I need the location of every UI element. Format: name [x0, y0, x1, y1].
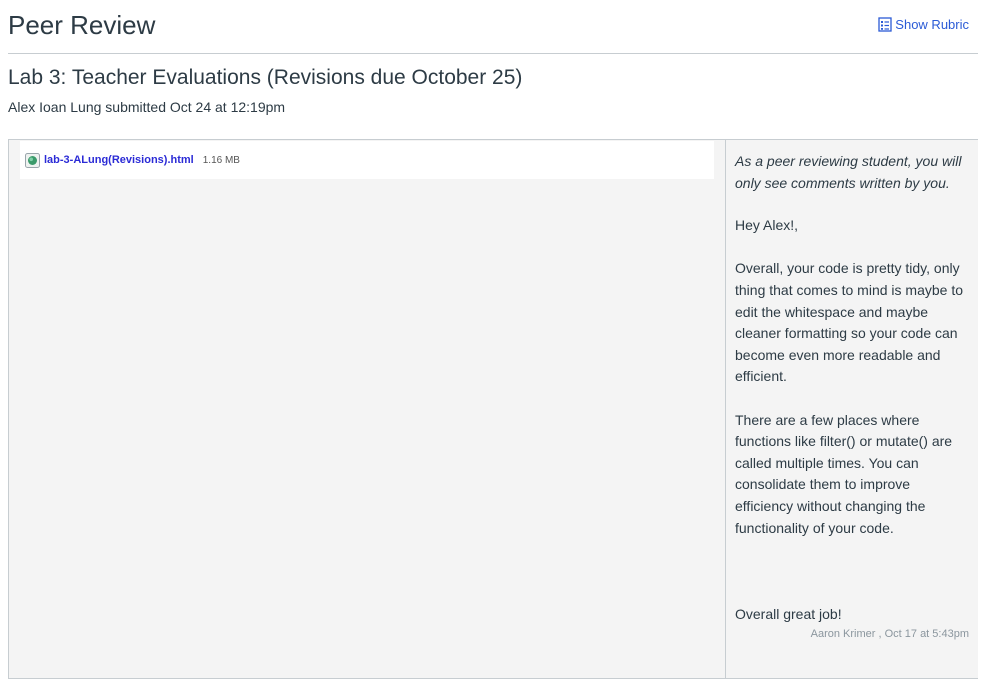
review-panel: lab-3-ALung(Revisions).html 1.16 MB As a…	[8, 139, 978, 679]
rubric-icon	[878, 17, 892, 32]
page-title: Peer Review	[8, 10, 156, 40]
show-rubric-link[interactable]: Show Rubric	[878, 17, 969, 32]
comment-author: Aaron Krimer , Oct 17 at 5:43pm	[810, 628, 969, 641]
page-header: Peer Review Show Rubric	[8, 0, 978, 54]
assignment-title: Lab 3: Teacher Evaluations (Revisions du…	[8, 66, 523, 89]
comments-sidebar: As a peer reviewing student, you will on…	[726, 140, 978, 678]
file-row: lab-3-ALung(Revisions).html 1.16 MB	[20, 141, 714, 179]
submission-file-area: lab-3-ALung(Revisions).html 1.16 MB	[9, 140, 726, 678]
peer-review-notice: As a peer reviewing student, you will on…	[735, 153, 962, 191]
submission-file-link[interactable]: lab-3-ALung(Revisions).html	[44, 154, 194, 166]
show-rubric-label: Show Rubric	[895, 17, 969, 32]
submission-meta: Alex Ioan Lung submitted Oct 24 at 12:19…	[8, 99, 286, 115]
html-file-icon	[25, 152, 40, 168]
file-size: 1.16 MB	[202, 154, 240, 166]
comment-body: Hey Alex!, Overall, your code is pretty …	[735, 217, 963, 622]
